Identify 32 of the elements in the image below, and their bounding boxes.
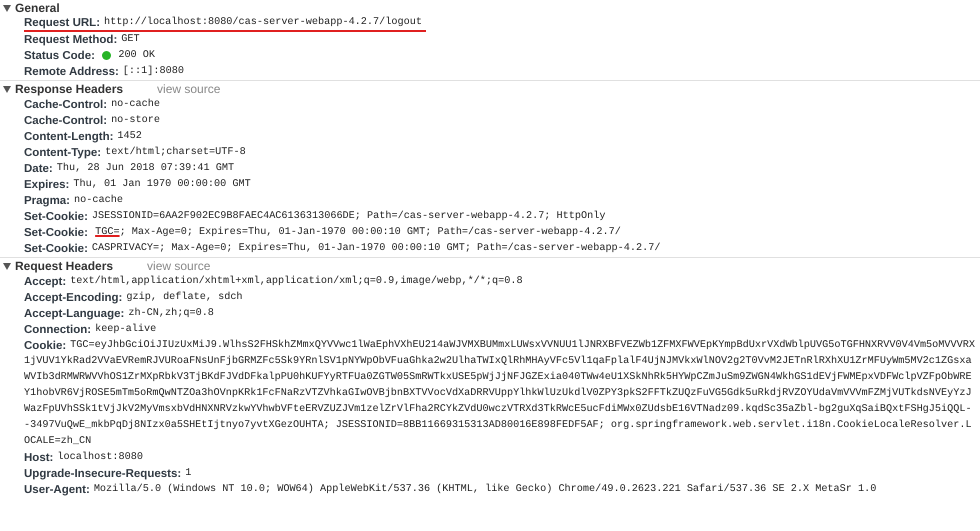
section-title[interactable]: Response Headers (15, 82, 124, 96)
section-title[interactable]: Request Headers (15, 259, 114, 273)
view-source-link[interactable]: view source (157, 82, 220, 96)
header-name: Status Code: (24, 50, 95, 62)
section-title[interactable]: General (15, 1, 60, 15)
header-line: Upgrade-Insecure-Requests: 1 (24, 467, 192, 482)
header-value: ; Max-Age=0; Expires=Thu, 01-Jan-1970 00:00:10 GMT; Path=/cas-server-webapp-4.2.7/ (120, 227, 621, 238)
header-line: Connection: keep-alive (24, 322, 158, 338)
header-line: Set-Cookie: JSESSIONID=6AA2F902EC9B8FAEC4AC6136313066DE; Path=/cas-server-webapp-4.2.7; HttpOnly (24, 210, 606, 225)
header-line: Pragma: no-cache (24, 194, 124, 209)
header-line: Set-Cookie: CASPRIVACY=; Max-Age=0; Expires=Thu, 01-Jan-1970 00:00:10 GMT; Path=/cas-server-webapp-4.2.7/ (24, 242, 662, 257)
header-value: TGC= (95, 227, 120, 238)
header-line: Host: localhost:8080 (24, 450, 144, 466)
header-line: Cache-Control: no-store (24, 114, 161, 129)
header-name: Set-Cookie: (24, 227, 88, 239)
header-line: Cache-Control: no-cache (24, 98, 161, 113)
header-line: Content-Type: text/html;charset=UTF-8 (24, 146, 247, 161)
header-line: Request URL: http://localhost:8080/cas-server-webapp-4.2.7/logout (24, 16, 426, 32)
expand-triangle-icon[interactable] (3, 4, 11, 12)
header-line: Accept-Encoding: gzip, deflate, sdch (24, 290, 244, 306)
header-line: Accept: text/html,application/xhtml+xml,application/xml;q=0.9,image/webp,*/*;q=0.8 (24, 274, 524, 290)
header-line: User-Agent: Mozilla/5.0 (Windows NT 10.0; WOW64) AppleWebKit/537.36 (KHTML, like Gecko) Chrome/49.0.2623.221 Safari/537.36 SE 2.X MetaSr 1.0 (24, 482, 878, 498)
header-line: Request Method: GET (24, 33, 141, 48)
header-line: Content-Length: 1452 (24, 130, 143, 145)
header-line: Accept-Language: zh-CN,zh;q=0.8 (24, 306, 215, 322)
header-line: Expires: Thu, 01 Jan 1970 00:00:00 GMT (24, 178, 252, 193)
header-value: 200 OK (118, 50, 156, 61)
header-line: Remote Address: [::1]:8080 (24, 64, 185, 80)
header-line: Date: Thu, 28 Jun 2018 07:39:41 GMT (24, 162, 236, 177)
expand-triangle-icon[interactable] (3, 262, 11, 270)
view-source-link[interactable]: view source (147, 259, 210, 273)
expand-triangle-icon[interactable] (3, 86, 11, 92)
